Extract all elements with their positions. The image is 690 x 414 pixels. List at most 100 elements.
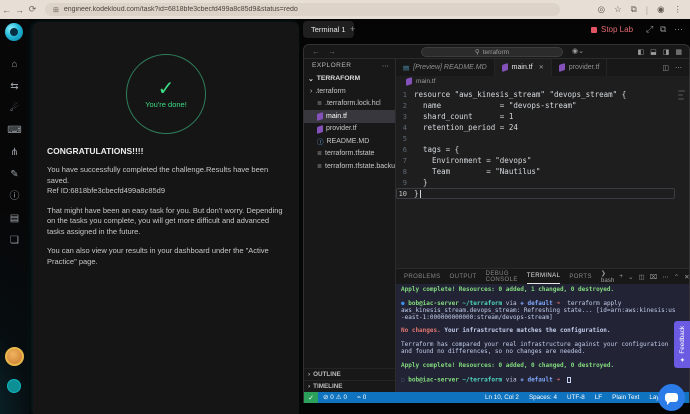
timeline-section[interactable]: › TIMELINE — [304, 380, 395, 392]
panel-more-icon[interactable]: ⋯ — [662, 273, 669, 281]
eol[interactable]: LF — [590, 394, 607, 401]
file-item-provider.tf[interactable]: provider.tf — [304, 123, 395, 136]
file-item-.terraform[interactable]: ›.terraform — [304, 85, 395, 98]
new-terminal-icon[interactable]: + — [619, 273, 623, 280]
more-options-icon[interactable]: ⋯ — [674, 24, 683, 35]
chat-widget-button[interactable] — [658, 384, 685, 411]
feedback-button[interactable]: ✦ Feedback — [674, 321, 690, 368]
tab-label: provider.tf — [569, 64, 600, 71]
terminal-line: No changes. Your infrastructure matches … — [401, 328, 675, 335]
terminal-output[interactable]: Apply complete! Resources: 0 added, 1 ch… — [396, 284, 689, 392]
close-panel-icon[interactable]: ✕ — [684, 273, 689, 281]
code-line: 5 — [396, 133, 689, 144]
browser-back-icon[interactable]: ← — [0, 5, 13, 15]
playground-icon[interactable]: ⋔ — [10, 147, 18, 158]
community-icon[interactable]: ❏ — [10, 235, 19, 246]
divider: | — [646, 5, 648, 15]
split-editor-icon[interactable]: ◫ — [662, 64, 669, 72]
editor-more-icon[interactable]: ⋯ — [675, 64, 682, 72]
kodekloud-logo[interactable] — [5, 23, 23, 41]
split-terminal-icon[interactable]: ◫ — [639, 273, 645, 281]
file-name: main.tf — [326, 113, 347, 120]
docs-icon[interactable]: ▤ — [10, 213, 19, 224]
code-editor[interactable]: 1resource "aws_kinesis_stream" "devops_s… — [396, 87, 689, 268]
breadcrumb[interactable]: main.tf — [396, 76, 689, 87]
outline-section[interactable]: › OUTLINE — [304, 368, 395, 380]
indentation[interactable]: Spaces: 4 — [524, 394, 562, 401]
file-item-README.MD[interactable]: ⓘREADME.MD — [304, 135, 395, 148]
maximize-panel-icon[interactable]: ⌃ — [674, 273, 679, 281]
panel-tab-problems[interactable]: PROBLEMS — [404, 269, 441, 284]
toggle-panel-icon[interactable]: ⬓ — [650, 48, 657, 56]
browser-reload-icon[interactable]: ⟳ — [26, 4, 39, 15]
laptop-icon[interactable]: ⌨ — [7, 125, 21, 136]
customize-layout-icon[interactable]: ▦ — [675, 48, 682, 56]
problems-status[interactable]: ⊘ 0 ⚠ 0 — [318, 394, 352, 401]
ports-status[interactable]: ⌁ 0 — [352, 394, 371, 401]
file-name: terraform.tfstate — [325, 150, 374, 157]
terminal-1-tab[interactable]: Terminal 1 — [303, 21, 354, 38]
file-name: .terraform.lock.hcl — [325, 100, 381, 107]
minimap[interactable] — [678, 90, 687, 102]
encoding[interactable]: UTF-8 — [562, 394, 590, 401]
sparkle-icon: ✦ — [679, 356, 686, 363]
language-mode[interactable]: Plain Text — [607, 394, 644, 401]
browser-forward-icon[interactable]: → — [13, 5, 26, 15]
file-item-.terraform.lock.hcl[interactable]: ≣.terraform.lock.hcl — [304, 98, 395, 111]
new-terminal-icon[interactable]: + — [350, 24, 355, 34]
file-item-main.tf[interactable]: main.tf — [304, 110, 395, 123]
workspace-root[interactable]: ⌄ TERRAFORM — [304, 72, 395, 85]
explorer-more-icon[interactable]: ⋯ — [382, 62, 389, 70]
left-rail: ⌂ ⇆ ☄ ⌨ ⋔ ✎ ⓘ ▤ ❏ — [0, 19, 29, 414]
code-line: 3 shard_count = 1 — [396, 111, 689, 122]
account-icon[interactable]: ◉⌄ — [572, 47, 584, 55]
editor-tab-[Preview] README.MD[interactable]: ▤[Preview] README.MD — [396, 59, 495, 76]
compose-icon[interactable]: ✎ — [10, 169, 18, 180]
user-avatar[interactable] — [5, 347, 24, 366]
remote-status-check[interactable]: ✓ — [304, 392, 318, 403]
code-line: 1resource "aws_kinesis_stream" "devops_s… — [396, 89, 689, 100]
editor-tab-main.tf[interactable]: main.tf✕ — [495, 59, 552, 76]
panel-tab-output[interactable]: OUTPUT — [450, 269, 477, 284]
panel-tab-ports[interactable]: PORTS — [569, 269, 592, 284]
browser-menu-icon[interactable]: ⋮ — [674, 4, 683, 15]
shell-selector[interactable]: ❯ bash — [601, 270, 614, 284]
profile-icon[interactable]: ◉ — [657, 4, 664, 15]
done-badge: ✓ You're done! — [126, 54, 206, 134]
code-line: 4 retention_period = 24 — [396, 122, 689, 133]
close-icon[interactable]: ✕ — [539, 64, 544, 71]
toggle-secondary-sidebar-icon[interactable]: ◨ — [663, 48, 670, 56]
file-item-terraform.tfstate.backup[interactable]: ≣terraform.tfstate.backup — [304, 160, 395, 173]
rail-badge[interactable] — [7, 379, 21, 393]
cursor-position[interactable]: Ln 10, Col 2 — [480, 394, 524, 401]
info-icon[interactable]: ⓘ — [10, 191, 20, 202]
stop-icon — [591, 27, 597, 33]
chevron-down-icon: ⌄ — [308, 75, 314, 83]
status-bar: ✓ ⊘ 0 ⚠ 0 ⌁ 0 Ln 10, Col 2Spaces: 4UTF-8… — [304, 392, 689, 403]
bottom-panel: PROBLEMS OUTPUT DEBUG CONSOLE TERMINAL PORTS… — [396, 268, 689, 392]
kill-terminal-icon[interactable]: ⌧ — [650, 273, 658, 281]
terminal-dropdown-icon[interactable]: ⌄ — [628, 273, 633, 281]
home-icon[interactable]: ⌂ — [11, 59, 17, 70]
stop-lab-button[interactable]: Stop Lab — [591, 25, 633, 34]
bookmark-star-icon[interactable]: ☆ — [614, 4, 622, 15]
tab-switcher-icon[interactable]: ⧉ — [631, 4, 637, 15]
terminal-line: Apply complete! Resources: 0 added, 1 ch… — [401, 287, 675, 294]
address-bar[interactable]: ⊞ engineer.kodekloud.com/task?id=6818bfe… — [45, 3, 560, 16]
file-item-terraform.tfstate[interactable]: ≣terraform.tfstate — [304, 148, 395, 161]
nav-back-icon[interactable]: ← — [312, 47, 320, 56]
command-palette-search[interactable]: ⚲ terraform — [421, 47, 563, 57]
panel-tab-debug-console[interactable]: DEBUG CONSOLE — [486, 269, 518, 284]
password-eye-icon[interactable]: ◎ — [598, 4, 605, 15]
open-external-icon[interactable]: ⧉ — [660, 24, 666, 35]
editor-tab-provider.tf[interactable]: provider.tf — [552, 59, 608, 76]
site-settings-icon[interactable]: ⊞ — [53, 6, 59, 14]
panel-tab-terminal[interactable]: TERMINAL — [527, 269, 561, 284]
panel-tabs: PROBLEMS OUTPUT DEBUG CONSOLE TERMINAL PORTS… — [396, 269, 689, 284]
toggle-sidebar-icon[interactable]: ◧ — [638, 48, 645, 56]
fullscreen-icon[interactable]: ⤢ — [646, 24, 653, 35]
learning-path-icon[interactable]: ⇆ — [10, 81, 18, 92]
rocket-icon[interactable]: ☄ — [10, 103, 19, 114]
congrats-ref-id: Ref ID:6818bfe3cbecfd499a8c85d9 — [47, 186, 285, 197]
nav-forward-icon[interactable]: → — [328, 47, 336, 56]
